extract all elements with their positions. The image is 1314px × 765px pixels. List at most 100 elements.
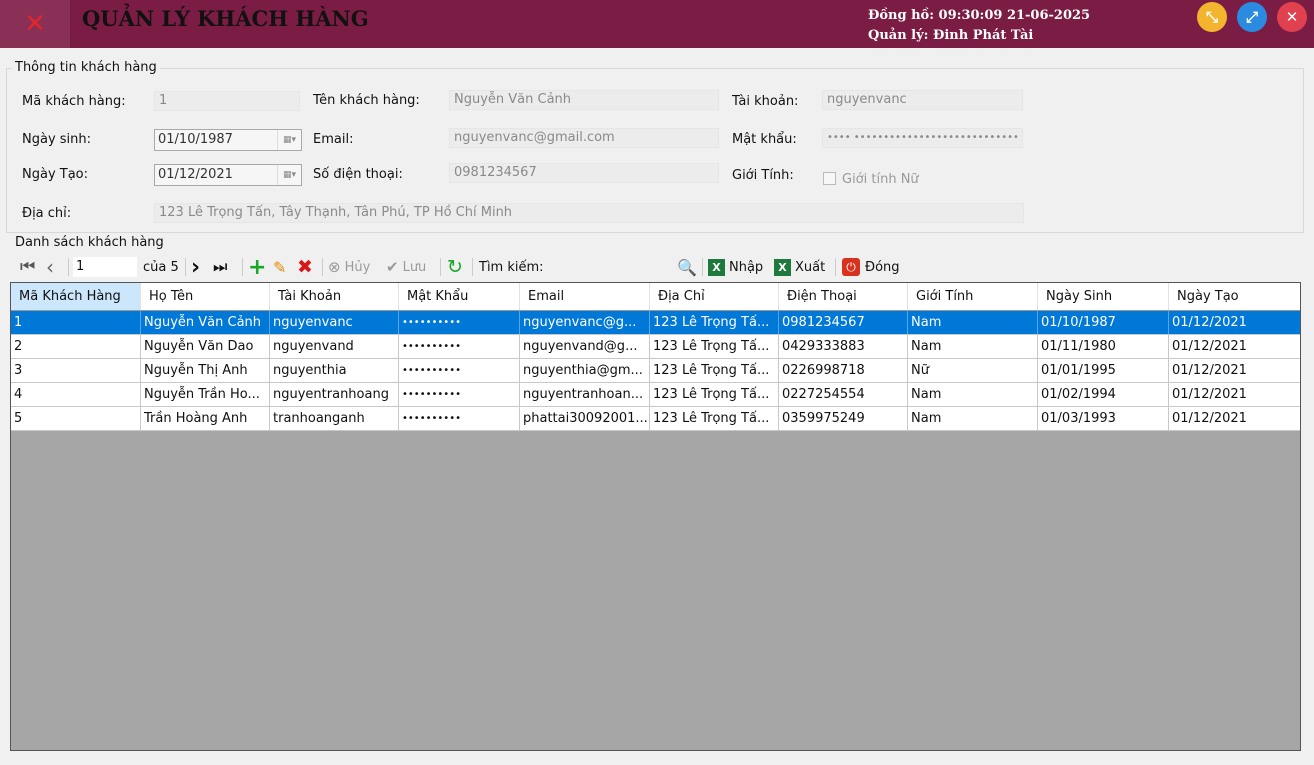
id-field[interactable]: 1 [154, 91, 300, 111]
save-label: Lưu [402, 259, 427, 275]
birthday-label: Ngày sinh: [22, 132, 92, 147]
column-header[interactable]: Điện Thoại [779, 283, 908, 310]
toolbar-separator [242, 258, 243, 276]
table-cell: 1 [11, 311, 141, 334]
created-picker[interactable]: 01/12/2021 ▦▾ [154, 164, 302, 186]
search-input[interactable] [550, 257, 680, 277]
close-window-icon[interactable]: ✕ [1277, 2, 1307, 32]
search-icon[interactable]: 🔍 [677, 253, 697, 281]
refresh-icon[interactable]: ↻ [447, 253, 463, 281]
column-header[interactable]: Ngày Tạo [1169, 283, 1300, 310]
close-icon[interactable]: ✕ [0, 0, 70, 48]
birthday-picker[interactable]: 01/10/1987 ▦▾ [154, 129, 302, 151]
calendar-dropdown-icon[interactable]: ▦▾ [277, 130, 301, 150]
save-button[interactable]: ✔ Lưu [386, 253, 426, 281]
table-row[interactable]: 2 Nguyễn Văn Dao nguyenvand •••••••••• n… [11, 335, 1300, 359]
table-cell: 123 Lê Trọng Tấ... [650, 335, 779, 358]
add-icon[interactable]: + [248, 253, 266, 281]
table-cell: 01/02/1994 [1038, 383, 1169, 406]
table-cell: Nam [908, 407, 1038, 430]
table-cell: •••••••••• [399, 407, 520, 430]
clock-panel: Đồng hồ: 09:30:09 21-06-2025 Quản lý: Đi… [868, 6, 1090, 46]
birthday-value: 01/10/1987 [158, 132, 233, 147]
password-label: Mật khẩu: [732, 132, 797, 147]
table-cell: 01/12/2021 [1169, 383, 1300, 406]
table-row[interactable]: 4 Nguyễn Trần Ho... nguyentranhoang ••••… [11, 383, 1300, 407]
table-row[interactable]: 3 Nguyễn Thị Anh nguyenthia •••••••••• n… [11, 359, 1300, 383]
grid-header: Mã Khách Hàng Họ Tên Tài Khoản Mật Khẩu … [11, 283, 1300, 311]
column-header[interactable]: Địa Chỉ [650, 283, 779, 310]
gender-checkbox[interactable] [823, 172, 836, 185]
close-label: Đóng [865, 259, 900, 275]
window-title: QUẢN LÝ KHÁCH HÀNG [82, 6, 369, 31]
table-cell: 5 [11, 407, 141, 430]
column-header[interactable]: Mã Khách Hàng [11, 283, 141, 310]
password-field[interactable]: •••• •••••••••••••••••••••••••••• [822, 128, 1023, 148]
name-label: Tên khách hàng: [313, 93, 420, 108]
table-row[interactable]: 5 Trần Hoàng Anh tranhoanganh ••••••••••… [11, 407, 1300, 431]
excel-icon: X [708, 258, 725, 276]
email-label: Email: [313, 132, 354, 147]
column-header[interactable]: Mật Khẩu [399, 283, 520, 310]
table-cell: 01/12/2021 [1169, 335, 1300, 358]
first-record-icon[interactable]: ⏮ [20, 253, 42, 281]
toolbar-separator [702, 258, 703, 276]
table-cell: 123 Lê Trọng Tấ... [650, 383, 779, 406]
import-button[interactable]: X Nhập [708, 253, 763, 281]
table-cell: phattai30092001... [520, 407, 650, 430]
table-cell: 01/01/1995 [1038, 359, 1169, 382]
minimize-icon[interactable]: ⤡ [1197, 2, 1227, 32]
table-cell: Trần Hoàng Anh [141, 407, 270, 430]
account-field[interactable]: nguyenvanc [822, 90, 1023, 110]
table-cell: 3 [11, 359, 141, 382]
close-button[interactable]: ⏻ Đóng [842, 253, 900, 281]
address-field[interactable]: 123 Lê Trọng Tấn, Tây Thạnh, Tân Phú, TP… [154, 203, 1024, 223]
excel-icon: X [774, 258, 791, 276]
table-cell: 01/03/1993 [1038, 407, 1169, 430]
toolbar-separator [440, 258, 441, 276]
table-cell: Nam [908, 383, 1038, 406]
toolbar-separator [472, 258, 473, 276]
name-field[interactable]: Nguyễn Văn Cảnh [449, 90, 719, 110]
table-cell: Nguyễn Trần Ho... [141, 383, 270, 406]
phone-field[interactable]: 0981234567 [449, 163, 719, 183]
column-header[interactable]: Email [520, 283, 650, 310]
table-cell: •••••••••• [399, 359, 520, 382]
table-cell: 01/12/2021 [1169, 311, 1300, 334]
title-bar: ✕ QUẢN LÝ KHÁCH HÀNG Đồng hồ: 09:30:09 2… [0, 0, 1314, 48]
next-record-icon[interactable]: › [191, 253, 200, 281]
column-header[interactable]: Họ Tên [141, 283, 270, 310]
search-label: Tìm kiếm: [479, 259, 544, 275]
table-cell: 0359975249 [779, 407, 908, 430]
column-header[interactable]: Tài Khoản [270, 283, 399, 310]
binding-navigator: ⏮ ‹ 1 của 5 › ⏭ + ✎ ✖ ⊗ Hủy ✔ Lưu ↻ Tìm ki… [10, 253, 1300, 281]
position-input[interactable]: 1 [73, 257, 137, 277]
table-cell: 01/12/2021 [1169, 407, 1300, 430]
gender-checkbox-label: Giới tính Nữ [842, 172, 919, 187]
table-cell: nguyenthia@gm... [520, 359, 650, 382]
table-cell: nguyenvanc [270, 311, 399, 334]
table-cell: nguyenvanc@g... [520, 311, 650, 334]
toolbar-separator [835, 258, 836, 276]
record-count: của 5 [143, 259, 179, 275]
created-label: Ngày Tạo: [22, 167, 89, 182]
last-record-icon[interactable]: ⏭ [213, 253, 227, 281]
table-cell: 123 Lê Trọng Tấ... [650, 359, 779, 382]
export-button[interactable]: X Xuất [774, 253, 825, 281]
customer-list-title: Danh sách khách hàng [12, 235, 167, 250]
export-label: Xuất [795, 259, 826, 275]
edit-icon[interactable]: ✎ [273, 253, 286, 281]
email-field[interactable]: nguyenvanc@gmail.com [449, 128, 719, 148]
maximize-icon[interactable]: ⤢ [1237, 2, 1267, 32]
table-row[interactable]: 1 Nguyễn Văn Cảnh nguyenvanc •••••••••• … [11, 311, 1300, 335]
delete-icon[interactable]: ✖ [297, 253, 313, 281]
column-header[interactable]: Giới Tính [908, 283, 1038, 310]
table-cell: 01/12/2021 [1169, 359, 1300, 382]
table-cell: •••••••••• [399, 383, 520, 406]
table-cell: tranhoanganh [270, 407, 399, 430]
cancel-button[interactable]: ⊗ Hủy [328, 253, 370, 281]
prev-record-icon[interactable]: ‹ [46, 253, 64, 281]
address-label: Địa chỉ: [22, 206, 72, 221]
column-header[interactable]: Ngày Sinh [1038, 283, 1169, 310]
calendar-dropdown-icon[interactable]: ▦▾ [277, 165, 301, 185]
